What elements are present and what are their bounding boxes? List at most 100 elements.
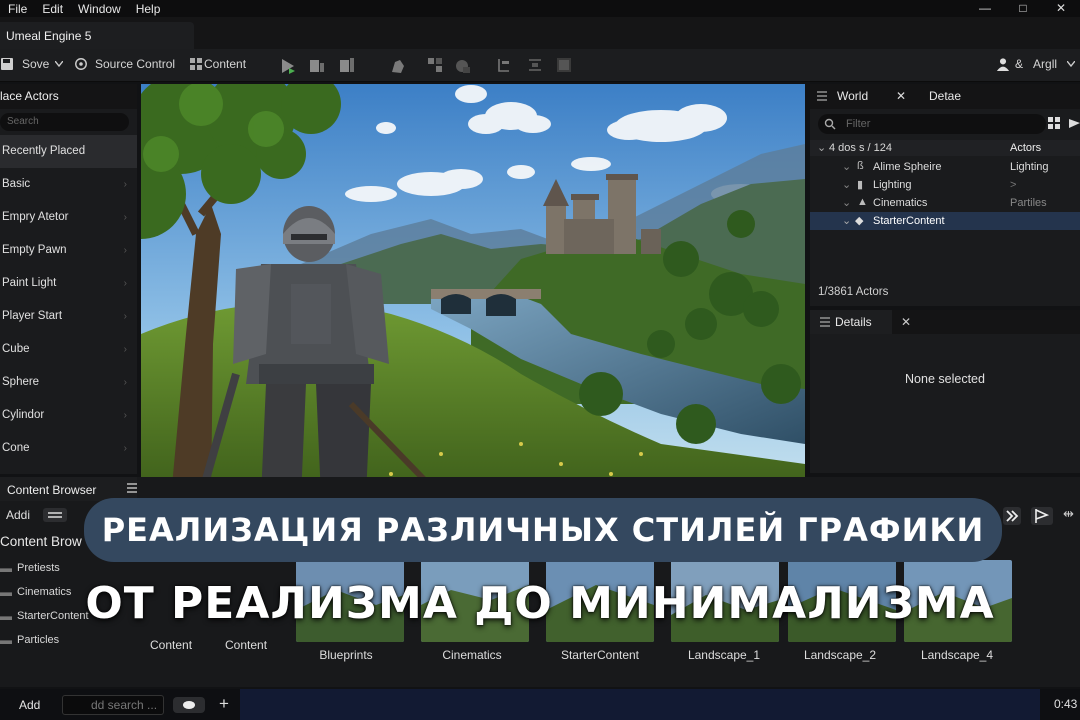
menu-help[interactable]: Help xyxy=(128,2,168,16)
document-tab[interactable]: Umeal Engine 5 xyxy=(0,22,194,49)
ampersand-label: & xyxy=(1015,57,1024,71)
asset-label: Blueprints xyxy=(319,648,373,662)
chat-icon[interactable] xyxy=(173,697,205,713)
panel-icon[interactable] xyxy=(556,57,572,73)
cinematics-icon[interactable] xyxy=(455,58,471,74)
chevron-right-icon: › xyxy=(123,179,127,190)
actor-category-label: Recently Placed xyxy=(2,145,86,157)
document-tab-label: Umeal Engine 5 xyxy=(6,28,92,43)
actor-label: Sphere xyxy=(2,376,40,388)
actor-cone[interactable]: Cone › xyxy=(0,432,137,465)
actor-player-start[interactable]: Player Start › xyxy=(0,300,137,333)
menu-file[interactable]: File xyxy=(0,2,34,16)
chevron-down-icon xyxy=(55,61,64,67)
menu-window[interactable]: Window xyxy=(70,2,128,16)
chevron-down-icon: ⌄ xyxy=(842,197,852,209)
outliner-actor-count: 1/3861 Actors xyxy=(818,286,889,298)
close-tab-icon[interactable]: ✕ xyxy=(901,315,911,329)
actor-label: Empry Atetor xyxy=(2,211,69,223)
outliner-row[interactable]: ⌄ ß Alime Spheire Lighting xyxy=(810,158,1080,176)
folder-label: Pretiests xyxy=(17,562,60,574)
close-window-button[interactable]: ✕ xyxy=(1042,0,1080,17)
light-icon: ▮ xyxy=(857,179,864,191)
actor-point-light[interactable]: Paint Light › xyxy=(0,267,137,300)
details-icon xyxy=(820,317,830,327)
settings-icon[interactable] xyxy=(1069,117,1080,130)
chevron-right-icon: › xyxy=(123,212,127,223)
modes-icon[interactable] xyxy=(390,58,406,74)
menu-edit[interactable]: Edit xyxy=(34,2,70,16)
platforms-icon[interactable] xyxy=(339,57,355,73)
content-browser-title: Content Browser xyxy=(7,483,97,497)
actor-empty-pawn[interactable]: Empty Pawn › xyxy=(0,234,137,267)
user-icon xyxy=(996,58,1010,71)
resize-icon[interactable]: ⇹ xyxy=(1063,506,1074,522)
content-browser-subtitle: Content Brow xyxy=(0,534,82,549)
menu-icon[interactable] xyxy=(127,482,137,494)
asset-label: Cinematics xyxy=(442,648,502,662)
outliner-filter-input[interactable]: Filter xyxy=(818,114,1046,134)
actor-cube[interactable]: Cube › xyxy=(0,333,137,366)
actor-sphere[interactable]: Sphere › xyxy=(0,366,137,399)
actor-label: Cylindor xyxy=(2,409,45,421)
actor-empty-actor[interactable]: Empry Atetor › xyxy=(0,201,137,234)
tab-details-short[interactable]: Detae xyxy=(929,84,961,109)
asset-label: Landscape_4 xyxy=(920,648,994,662)
play-icon[interactable] xyxy=(280,58,296,74)
import-icon[interactable] xyxy=(43,508,67,522)
add-tab-icon[interactable]: + xyxy=(219,694,229,714)
layout-icon[interactable] xyxy=(497,58,511,72)
chevron-right-icon: › xyxy=(123,278,127,289)
timer-label: 0:43 xyxy=(1054,697,1078,711)
chevron-right-icon: › xyxy=(123,311,127,322)
outliner-icon xyxy=(817,91,827,101)
level-viewport[interactable] xyxy=(141,84,805,497)
actor-cylinder[interactable]: Cylindor › xyxy=(0,399,137,432)
chevron-down-icon: ⌄ xyxy=(842,161,852,173)
minimize-button[interactable]: — xyxy=(966,0,1004,17)
forward-icon[interactable] xyxy=(1003,507,1021,525)
actor-category-basic[interactable]: Basic › xyxy=(0,168,137,201)
flag-icon[interactable] xyxy=(1031,507,1053,525)
chevron-down-icon: ⌄ xyxy=(842,179,852,191)
search-icon xyxy=(824,118,836,130)
snap-icon[interactable] xyxy=(427,57,443,73)
grid-view-icon[interactable] xyxy=(1048,117,1061,130)
source-control-button[interactable]: Source Control xyxy=(73,57,175,71)
outliner-row[interactable]: ⌄ ▲ Cinematics Partiles xyxy=(810,194,1080,212)
place-actors-panel: lace Actors Search Recently Placed Basic… xyxy=(0,84,137,474)
folder-icon: ▬ xyxy=(0,561,12,575)
chevron-right-icon: › xyxy=(123,377,127,388)
content-button[interactable]: Content xyxy=(188,57,246,71)
close-tab-icon[interactable]: ✕ xyxy=(896,84,906,109)
add-button[interactable]: Addi xyxy=(6,508,30,522)
chevron-down-icon: ⌄ xyxy=(842,215,852,227)
save-button[interactable]: Sove xyxy=(0,57,64,71)
build-icon[interactable] xyxy=(309,58,325,74)
place-actors-search[interactable]: Search xyxy=(0,113,129,131)
outliner-row-label: Alime Spheire xyxy=(873,161,942,173)
bottom-search-input[interactable]: dd search ... xyxy=(62,695,164,715)
outliner-row-type: > xyxy=(1010,179,1017,191)
actor-label: Cone xyxy=(2,442,30,454)
content-item-label[interactable]: Content xyxy=(225,638,267,652)
folder-icon: ▬ xyxy=(0,633,12,647)
asset-label: Landscape_2 xyxy=(803,648,877,662)
details-empty-text: None selected xyxy=(905,372,985,386)
chevron-right-icon: › xyxy=(123,410,127,421)
details-tab-label: Details xyxy=(835,315,872,329)
actor-category-recently-placed[interactable]: Recently Placed xyxy=(0,135,137,168)
bottom-add-button[interactable]: Add xyxy=(19,698,40,712)
maximize-button[interactable]: □ xyxy=(1004,0,1042,17)
user-menu[interactable]: & Argll xyxy=(995,57,1076,71)
tab-world[interactable]: World xyxy=(837,84,868,109)
collapse-icon[interactable]: ⌄ xyxy=(817,141,826,154)
outliner-row-selected[interactable]: ⌄ ◆ StarterContent xyxy=(810,212,1080,230)
content-item-label[interactable]: Content xyxy=(150,638,192,652)
asset-label: StarterContent xyxy=(560,648,640,662)
align-icon[interactable] xyxy=(528,58,542,72)
cinematics-icon: ▲ xyxy=(857,196,868,208)
source-control-icon xyxy=(75,58,87,70)
outliner-row-label: StarterContent xyxy=(873,215,945,227)
outliner-row[interactable]: ⌄ ▮ Lighting > xyxy=(810,176,1080,194)
